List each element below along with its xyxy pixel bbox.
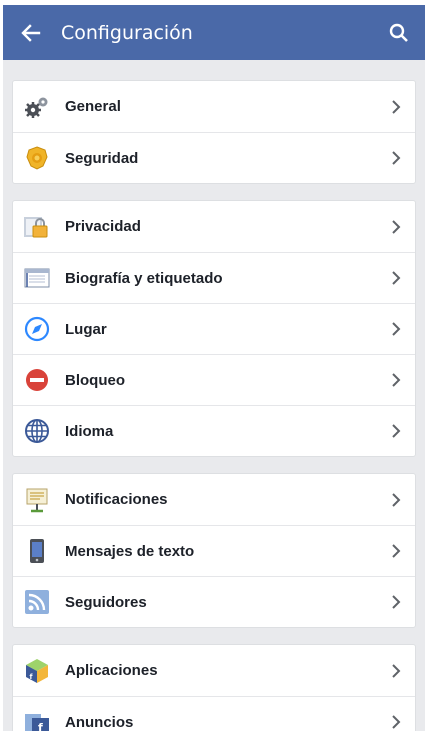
chevron-right-icon — [381, 544, 411, 558]
chevron-right-icon — [381, 424, 411, 438]
settings-group-apps: f Aplicaciones f Anuncios — [12, 644, 416, 731]
settings-item-aplicaciones[interactable]: f Aplicaciones — [13, 645, 415, 696]
settings-item-seguridad[interactable]: Seguridad — [13, 132, 415, 183]
settings-item-bloqueo[interactable]: Bloqueo — [13, 354, 415, 405]
chevron-right-icon — [381, 715, 411, 729]
app-bar: Configuración — [3, 5, 425, 60]
search-button[interactable] — [377, 5, 421, 60]
lock-icon — [23, 213, 51, 241]
apps-cube-icon: f — [23, 657, 51, 685]
page-title: Configuración — [61, 21, 193, 44]
settings-item-label: Anuncios — [65, 713, 134, 731]
settings-item-seguidores[interactable]: Seguidores — [13, 576, 415, 627]
settings-item-anuncios[interactable]: f Anuncios — [13, 696, 415, 731]
settings-item-label: Seguridad — [65, 149, 139, 167]
settings-item-label: Aplicaciones — [65, 662, 158, 679]
settings-item-label: Lugar — [65, 320, 107, 338]
chevron-right-icon — [381, 271, 411, 285]
chevron-right-icon — [381, 322, 411, 336]
back-button[interactable] — [7, 5, 55, 60]
ads-icon: f — [23, 708, 51, 731]
timeline-icon — [23, 264, 51, 292]
chevron-right-icon — [381, 595, 411, 609]
settings-item-label: Idioma — [65, 422, 114, 440]
settings-item-general[interactable]: General — [13, 81, 415, 132]
settings-page: Configuración General Seguridad Privacid… — [3, 5, 425, 731]
arrow-left-icon — [21, 23, 41, 42]
settings-item-label: Seguidores — [65, 593, 147, 611]
chevron-right-icon — [381, 219, 411, 234]
settings-item-label: Mensajes de texto — [65, 542, 195, 560]
settings-item-biografia-etiquetado[interactable]: Biografía y etiquetado — [13, 252, 415, 303]
rss-icon — [23, 588, 51, 616]
notification-sign-icon — [23, 486, 51, 514]
search-icon — [389, 23, 408, 42]
chevron-right-icon — [381, 492, 411, 507]
settings-item-label: Bloqueo — [65, 371, 125, 389]
settings-item-idioma[interactable]: Idioma — [13, 405, 415, 456]
settings-group-privacy: Privacidad Biografía y etiquetado Lugar … — [12, 200, 416, 457]
settings-item-lugar[interactable]: Lugar — [13, 303, 415, 354]
chevron-right-icon — [381, 151, 411, 165]
chevron-right-icon — [381, 99, 411, 114]
block-icon — [23, 366, 51, 394]
svg-text:f: f — [38, 721, 43, 731]
settings-item-label: Notificaciones — [65, 491, 168, 508]
screen: Configuración General Seguridad Privacid… — [0, 0, 425, 731]
compass-icon — [23, 315, 51, 343]
security-badge-icon — [23, 144, 51, 172]
settings-item-mensajes-texto[interactable]: Mensajes de texto — [13, 525, 415, 576]
globe-icon — [23, 417, 51, 445]
settings-item-privacidad[interactable]: Privacidad — [13, 201, 415, 252]
chevron-right-icon — [381, 663, 411, 678]
settings-item-label: Biografía y etiquetado — [65, 269, 223, 287]
settings-group-notifications: Notificaciones Mensajes de texto Seguido… — [12, 473, 416, 628]
chevron-right-icon — [381, 373, 411, 387]
gears-icon — [23, 93, 51, 121]
settings-item-notificaciones[interactable]: Notificaciones — [13, 474, 415, 525]
settings-item-label: General — [65, 98, 121, 115]
settings-item-label: Privacidad — [65, 218, 141, 235]
settings-group-account: General Seguridad — [12, 80, 416, 184]
phone-icon — [23, 537, 51, 565]
